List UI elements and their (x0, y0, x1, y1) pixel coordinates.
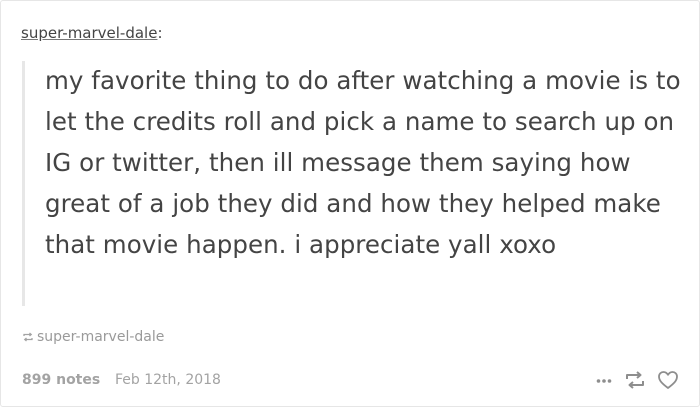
reblog-icon[interactable] (624, 370, 646, 390)
quote-text: my favorite thing to do after watching a… (45, 66, 681, 259)
quote-bar (22, 61, 25, 306)
notes-count[interactable]: 899 notes (22, 372, 100, 388)
username-link[interactable]: super-marvel-dale (21, 24, 157, 42)
post-actions (595, 370, 679, 390)
reblog-small-icon (22, 332, 34, 342)
source-link[interactable]: super-marvel-dale (22, 329, 164, 345)
post-header: super-marvel-dale: (21, 24, 163, 42)
post-date[interactable]: Feb 12th, 2018 (115, 372, 221, 388)
heart-icon[interactable] (657, 370, 679, 390)
more-dots-icon[interactable] (595, 371, 613, 389)
post-card: super-marvel-dale: my favorite thing to … (0, 0, 700, 407)
source-label: super-marvel-dale (37, 329, 165, 345)
username-colon: : (157, 24, 163, 42)
